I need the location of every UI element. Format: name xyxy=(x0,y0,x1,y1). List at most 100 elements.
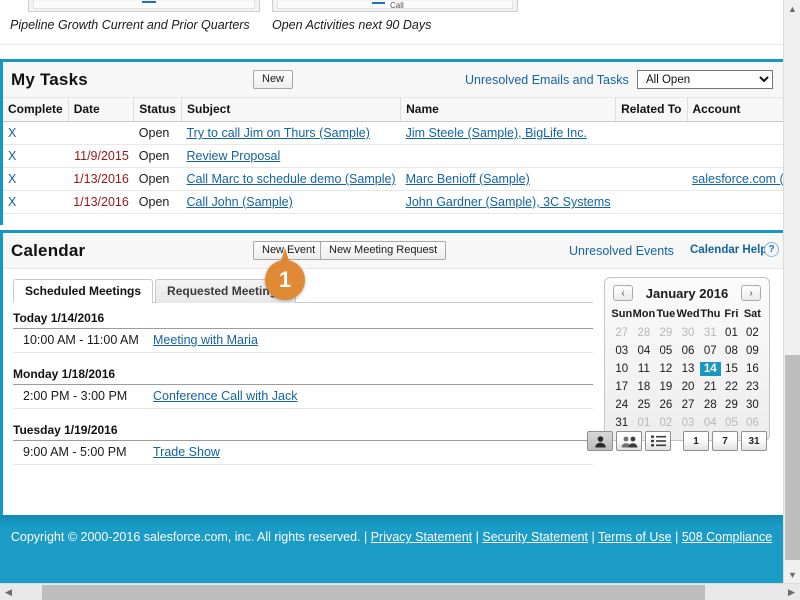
task-subject-link[interactable]: Try to call Jim on Thurs (Sample) xyxy=(186,126,369,140)
new-event-button[interactable]: New Event xyxy=(253,241,325,260)
vertical-scroll-thumb[interactable] xyxy=(785,355,800,560)
mini-calendar-day-number[interactable]: 01 xyxy=(721,326,742,340)
pipeline-chart-clipped xyxy=(28,0,260,12)
mini-calendar-day-number[interactable]: 02 xyxy=(742,326,763,340)
mini-calendar-day-number[interactable]: 08 xyxy=(721,344,742,358)
mini-calendar-day: 26 xyxy=(655,396,676,414)
list-item: 2:00 PM - 3:00 PM Conference Call with J… xyxy=(13,385,593,409)
new-task-button[interactable]: New xyxy=(253,70,294,89)
mini-calendar-day-number[interactable]: 03 xyxy=(611,344,633,358)
mini-calendar-day-number[interactable]: 12 xyxy=(655,362,676,376)
mini-calendar-day-number[interactable]: 26 xyxy=(655,398,676,412)
mini-calendar-day: 04 xyxy=(633,342,656,360)
mini-calendar-day-number[interactable]: 02 xyxy=(655,416,676,430)
tab-requested-meetings[interactable]: Requested Meetings xyxy=(155,279,296,303)
week-view-button[interactable]: 7 xyxy=(712,431,738,451)
single-user-view-button[interactable] xyxy=(587,431,613,451)
mini-calendar-day-number[interactable]: 31 xyxy=(700,326,722,340)
mini-calendar-day-number[interactable]: 04 xyxy=(633,344,656,358)
tasks-header-row: Complete Date Status Subject Name Relate… xyxy=(3,98,783,122)
mini-calendar-day-number[interactable]: 30 xyxy=(742,398,763,412)
scroll-right-icon[interactable]: ▶ xyxy=(783,584,800,600)
mini-calendar-day-number[interactable]: 18 xyxy=(633,380,656,394)
task-subject-link[interactable]: Call Marc to schedule demo (Sample) xyxy=(186,172,395,186)
mini-calendar-day-number[interactable]: 05 xyxy=(655,344,676,358)
mini-calendar-day-number[interactable]: 07 xyxy=(700,344,722,358)
mini-calendar-day-number[interactable]: 21 xyxy=(700,380,722,394)
mini-calendar-day-number[interactable]: 25 xyxy=(633,398,656,412)
task-complete-toggle[interactable]: X xyxy=(3,190,69,214)
tasks-table: Complete Date Status Subject Name Relate… xyxy=(3,98,783,214)
day-view-button[interactable]: 1 xyxy=(683,431,709,451)
mini-calendar-day-number[interactable]: 20 xyxy=(677,380,700,394)
mini-calendar-day-number[interactable]: 11 xyxy=(633,362,656,376)
mini-calendar-day: 13 xyxy=(677,360,700,378)
unresolved-emails-and-tasks-link[interactable]: Unresolved Emails and Tasks xyxy=(465,73,629,87)
scroll-up-icon[interactable]: ▲ xyxy=(784,0,800,17)
scroll-down-icon[interactable]: ▼ xyxy=(784,566,800,583)
task-account-link[interactable]: salesforce.com (Sample) xyxy=(692,172,783,186)
mini-calendar-day-number[interactable]: 27 xyxy=(677,398,700,412)
unresolved-events-link[interactable]: Unresolved Events xyxy=(569,244,674,258)
mini-calendar-day-number[interactable]: 17 xyxy=(611,380,633,394)
task-name-link[interactable]: John Gardner (Sample), 3C Systems xyxy=(406,195,611,209)
calendar-view-buttons: 1 7 31 xyxy=(587,431,770,451)
event-title-link[interactable]: Trade Show xyxy=(153,445,220,459)
mini-calendar-day-number[interactable]: 22 xyxy=(721,380,742,394)
event-title-link[interactable]: Meeting with Maria xyxy=(153,333,258,347)
mini-calendar-day-number[interactable]: 06 xyxy=(677,344,700,358)
month-view-button[interactable]: 31 xyxy=(741,431,767,451)
mini-calendar-day-number[interactable]: 14 xyxy=(699,362,722,376)
scroll-left-icon[interactable]: ◀ xyxy=(0,584,17,600)
task-date: 1/13/2016 xyxy=(68,190,134,214)
chevron-right-icon[interactable]: › xyxy=(741,285,761,301)
task-subject-link[interactable]: Review Proposal xyxy=(186,149,280,163)
mini-calendar-day: 27 xyxy=(611,324,633,342)
multi-user-view-button[interactable] xyxy=(616,431,642,451)
mini-calendar-day-number[interactable]: 29 xyxy=(655,326,676,340)
mini-calendar-day-number[interactable]: 05 xyxy=(721,416,742,430)
security-statement-link[interactable]: Security Statement xyxy=(482,530,588,544)
mini-calendar-day-number[interactable]: 24 xyxy=(611,398,633,412)
task-name-link[interactable]: Jim Steele (Sample), BigLife Inc. xyxy=(406,126,587,140)
privacy-statement-link[interactable]: Privacy Statement xyxy=(371,530,472,544)
mini-calendar-day-number[interactable]: 29 xyxy=(721,398,742,412)
mini-calendar-day-number[interactable]: 16 xyxy=(742,362,763,376)
terms-of-use-link[interactable]: Terms of Use xyxy=(598,530,672,544)
mini-calendar-day-number[interactable]: 03 xyxy=(677,416,700,430)
horizontal-scrollbar[interactable]: ◀ ▶ xyxy=(0,583,800,600)
horizontal-scroll-thumb[interactable] xyxy=(42,585,705,600)
mini-calendar-day-number[interactable]: 27 xyxy=(611,326,633,340)
mini-calendar-day-number[interactable]: 19 xyxy=(655,380,676,394)
mini-calendar-day-number[interactable]: 04 xyxy=(700,416,722,430)
mini-calendar-day-number[interactable]: 30 xyxy=(677,326,700,340)
calendar-help-link[interactable]: Calendar Help xyxy=(690,244,767,256)
task-name-link[interactable]: Marc Benioff (Sample) xyxy=(406,172,530,186)
list-view-button[interactable] xyxy=(645,431,671,451)
tab-scheduled-meetings[interactable]: Scheduled Meetings xyxy=(13,279,154,303)
task-filter-select[interactable]: All Open xyxy=(637,70,773,89)
mini-calendar: ‹ January 2016 › Sun Mon Tue Wed Thu Fri… xyxy=(604,277,770,441)
mini-calendar-day-number[interactable]: 09 xyxy=(742,344,763,358)
mini-calendar-day-number[interactable]: 10 xyxy=(611,362,633,376)
mini-calendar-day-number[interactable]: 23 xyxy=(742,380,763,394)
new-meeting-request-button[interactable]: New Meeting Request xyxy=(320,241,447,260)
task-complete-toggle[interactable]: X xyxy=(3,144,69,168)
help-icon[interactable]: ? xyxy=(764,242,779,257)
task-subject-link[interactable]: Call John (Sample) xyxy=(186,195,292,209)
mini-calendar-day-number[interactable]: 31 xyxy=(611,416,633,430)
mini-calendar-day-number[interactable]: 15 xyxy=(721,362,742,376)
mini-calendar-day-number[interactable]: 01 xyxy=(633,416,656,430)
task-complete-toggle[interactable]: X xyxy=(3,167,69,191)
508-compliance-link[interactable]: 508 Compliance xyxy=(682,530,772,544)
task-account-cell xyxy=(687,121,783,145)
event-title-link[interactable]: Conference Call with Jack xyxy=(153,389,298,403)
mini-calendar-day-number[interactable]: 06 xyxy=(742,416,763,430)
mini-calendar-day-number[interactable]: 28 xyxy=(633,326,656,340)
mini-calendar-day-number[interactable]: 28 xyxy=(700,398,722,412)
task-account-cell xyxy=(687,190,783,214)
mini-calendar-day-number[interactable]: 13 xyxy=(677,362,700,376)
chevron-left-icon[interactable]: ‹ xyxy=(613,285,633,301)
task-complete-toggle[interactable]: X xyxy=(3,121,69,145)
vertical-scrollbar[interactable]: ▲ ▼ xyxy=(783,0,800,583)
